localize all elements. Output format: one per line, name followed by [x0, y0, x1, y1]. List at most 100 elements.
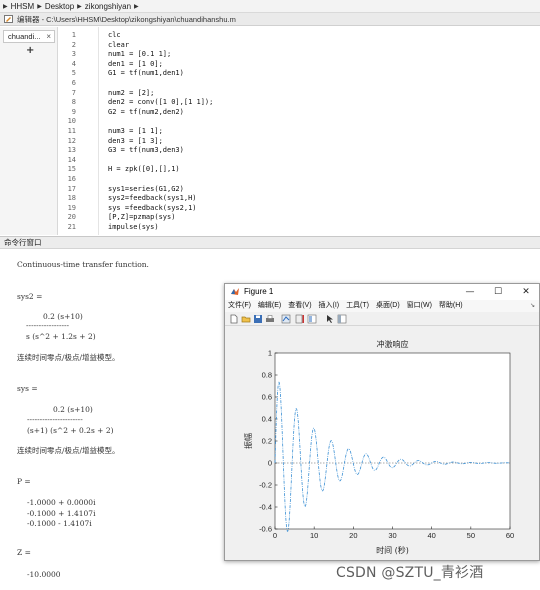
breadcrumb-item-zikongshiyan[interactable]: zikongshiyan	[85, 2, 131, 11]
y-tick-label: -0.6	[259, 525, 272, 534]
editor-title-bar: 编辑器 - C:\Users\HHSM\Desktop\zikongshiyan…	[0, 13, 540, 26]
line-number: 15	[67, 165, 76, 174]
output-line: sys =	[17, 384, 38, 393]
code-line[interactable]: 14	[58, 155, 498, 165]
output-line: -0.1000 + 1.4107i	[27, 509, 96, 518]
y-tick-label: -0.4	[259, 503, 272, 512]
code-line[interactable]: 6	[58, 78, 498, 88]
output-line: P =	[17, 477, 31, 486]
code-text: impulse(sys)	[108, 223, 159, 231]
code-line[interactable]: 15 H = zpk([0],[],1)	[58, 164, 498, 174]
x-axis-label: 时间 (秒)	[376, 545, 409, 555]
output-line: 连续时间零点/极点/增益模型。	[17, 446, 120, 455]
breadcrumb-item-hhsm[interactable]: HHSM	[11, 2, 35, 11]
code-line[interactable]: 11 num3 = [1 1];	[58, 126, 498, 136]
code-line[interactable]: 18 sys2=feedback(sys1,H)	[58, 193, 498, 203]
code-line[interactable]: 10	[58, 116, 498, 126]
code-line[interactable]: 7 num2 = [2];	[58, 88, 498, 98]
menu-view[interactable]: 查看(V)	[288, 302, 311, 309]
code-text: sys1=series(G1,G2)	[108, 184, 184, 193]
code-line[interactable]: 2 clear	[58, 40, 498, 50]
chart-title: 冲激响应	[377, 339, 409, 349]
menu-file[interactable]: 文件(F)	[228, 302, 251, 309]
y-tick-label: -0.2	[259, 481, 272, 490]
y-axis-label: 振幅	[243, 433, 253, 449]
line-number: 16	[67, 175, 76, 183]
code-line[interactable]: 17 sys1=series(G1,G2)	[58, 184, 498, 194]
line-number: 20	[67, 213, 76, 222]
code-text: sys2=feedback(sys1,H)	[108, 194, 197, 203]
breadcrumb: ▶ HHSM ▶ Desktop ▶ zikongshiyan ▶	[0, 0, 540, 13]
code-line[interactable]: 20 [P,Z]=pzmap(sys)	[58, 212, 498, 222]
menu-insert[interactable]: 插入(I)	[319, 302, 340, 309]
editor-icon	[4, 15, 13, 23]
breadcrumb-arrow-icon[interactable]: ▶	[3, 3, 8, 10]
code-line[interactable]: 21 impulse(sys)	[58, 222, 498, 232]
figure-window[interactable]: Figure 1 — ☐ ✕ 文件(F) 编辑(E) 查看(V) 插入(I) 工…	[224, 283, 540, 561]
code-line[interactable]: 1 clc	[58, 30, 498, 40]
y-tick-label: 1	[268, 349, 272, 358]
code-text: G1 = tf(num1,den1)	[108, 69, 184, 78]
code-line[interactable]: 3 num1 = [0.1 1];	[58, 49, 498, 59]
code-text: den1 = [1 0];	[108, 59, 163, 68]
impulse-response-chart[interactable]: 0 10 20 30 40 50 60 -0.6 -0.4 -0.2 0 0.2 0.4 0.6 0.8 1 冲…	[226, 327, 538, 559]
code-text: sys =feedback(sys2,1)	[108, 203, 197, 212]
y-tick-label: 0.4	[262, 415, 272, 424]
pointer-icon[interactable]	[325, 314, 335, 324]
code-line[interactable]: 4 den1 = [1 0];	[58, 59, 498, 69]
line-number: 14	[67, 155, 76, 164]
menu-desktop[interactable]: 桌面(D)	[376, 302, 400, 309]
line-number: 7	[71, 88, 76, 97]
output-line: Continuous-time transfer function.	[17, 260, 149, 269]
code-line[interactable]: 8 den2 = conv([1 0],[1 1]);	[58, 97, 498, 107]
close-tab-icon[interactable]: ×	[46, 31, 51, 42]
x-tick-label: 0	[273, 531, 277, 540]
insert-colorbar-icon[interactable]	[295, 314, 305, 324]
code-line[interactable]: 9 G2 = tf(num2,den2)	[58, 107, 498, 117]
code-line[interactable]: 5 G1 = tf(num1,den1)	[58, 68, 498, 78]
line-number: 9	[71, 107, 76, 116]
output-line: s (s^2 + 1.2s + 2)	[26, 332, 96, 341]
code-line[interactable]: 19 sys =feedback(sys2,1)	[58, 203, 498, 213]
code-line[interactable]: 12 den3 = [1 3];	[58, 136, 498, 146]
x-tick-label: 30	[388, 531, 396, 540]
y-tick-label: 0.6	[262, 393, 272, 402]
line-number: 13	[67, 146, 76, 155]
breadcrumb-item-desktop[interactable]: Desktop	[45, 2, 74, 11]
figure-canvas[interactable]: 0 10 20 30 40 50 60 -0.6 -0.4 -0.2 0 0.2 0.4 0.6 0.8 1 冲…	[226, 327, 538, 559]
close-window-button[interactable]: ✕	[513, 284, 539, 300]
line-number: 4	[71, 59, 76, 68]
maximize-button[interactable]: ☐	[485, 284, 511, 300]
output-line: -10.0000	[27, 570, 61, 579]
file-tab-chuandihanshu[interactable]: chuandi... ×	[3, 30, 55, 43]
dock-figure-icon[interactable]: ↘	[530, 300, 535, 312]
code-text: num2 = [2];	[108, 88, 155, 97]
command-window-header: 命令行窗口	[0, 236, 540, 249]
menu-help[interactable]: 帮助(H)	[439, 302, 463, 309]
insert-legend-icon[interactable]	[307, 314, 317, 324]
line-number: 8	[71, 98, 76, 107]
minimize-button[interactable]: —	[457, 284, 483, 300]
property-inspector-icon[interactable]	[337, 314, 347, 324]
figure-title-bar[interactable]: Figure 1 — ☐ ✕	[225, 284, 539, 300]
link-plot-icon[interactable]	[281, 314, 291, 324]
line-number: 18	[67, 194, 76, 203]
plot-area[interactable]	[274, 352, 511, 530]
code-editor[interactable]: 1 clc 2 clear 3 num1 = [0.1 1]; 4 den1 = [1 0];…	[58, 27, 540, 235]
save-icon[interactable]	[253, 314, 263, 324]
code-line[interactable]: 16	[58, 174, 498, 184]
output-line: sys2 =	[17, 292, 43, 301]
new-tab-icon[interactable]: +	[26, 45, 34, 56]
open-file-icon[interactable]	[241, 314, 251, 324]
y-tick-label: 0.2	[262, 437, 272, 446]
y-tick-label: 0.8	[262, 371, 272, 380]
gutter-divider	[98, 27, 99, 235]
menu-tools[interactable]: 工具(T)	[346, 302, 369, 309]
menu-window[interactable]: 窗口(W)	[407, 302, 432, 309]
print-icon[interactable]	[265, 314, 275, 324]
menu-edit[interactable]: 编辑(E)	[258, 302, 281, 309]
line-number: 21	[67, 223, 76, 231]
code-line[interactable]: 13 G3 = tf(num3,den3)	[58, 145, 498, 155]
new-figure-icon[interactable]	[229, 314, 239, 324]
line-number: 5	[71, 69, 76, 78]
